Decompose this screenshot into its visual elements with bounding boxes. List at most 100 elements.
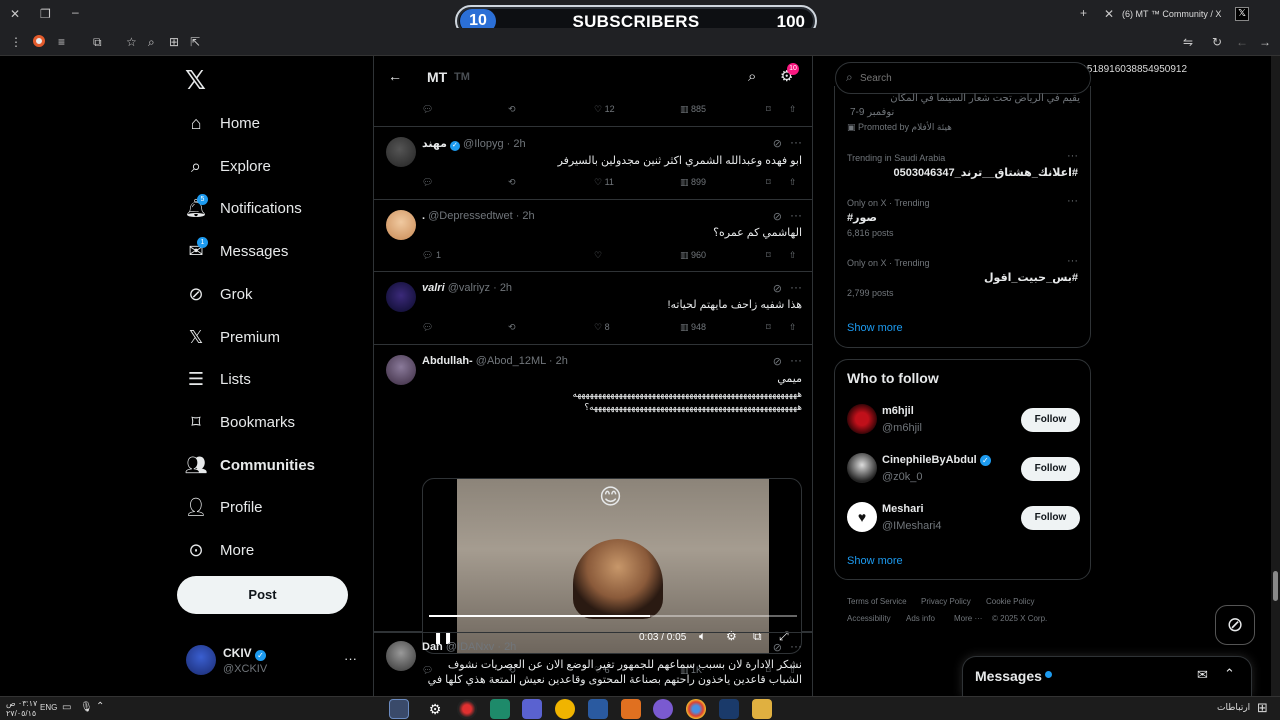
scrollbar-thumb[interactable] — [1273, 571, 1278, 601]
tweet-more-icon[interactable]: ··· — [790, 208, 802, 222]
retweet-icon[interactable]: ⟲ — [508, 177, 516, 188]
footer-accessibility[interactable]: Accessibility — [847, 614, 891, 623]
like-icon[interactable]: ♡ 8 — [594, 322, 610, 333]
forward-icon[interactable]: ← — [1236, 35, 1248, 49]
network-icon[interactable]: ▭ — [62, 702, 71, 713]
discord-taskbar-icon[interactable] — [653, 699, 673, 719]
tweet-author[interactable]: مهند ✓ @Ilopyg · 2h — [422, 137, 526, 151]
post-button[interactable]: Post — [177, 576, 348, 614]
expand-drawer-icon[interactable]: ⌃ — [1224, 666, 1235, 682]
retweet-icon[interactable]: ⟲ — [508, 104, 516, 115]
bookmark-icon[interactable]: ⌑ — [766, 322, 771, 333]
trend-item[interactable]: Trending in Saudi Arabia #اعلانك_هشتاق__… — [835, 148, 1090, 188]
extension-icon[interactable] — [33, 35, 45, 47]
translate-icon[interactable]: ⊞ — [169, 35, 179, 49]
microphone-icon[interactable]: 🎙︎ — [80, 702, 93, 713]
grok-icon[interactable]: ⊘ — [773, 282, 782, 295]
trend-more-icon[interactable]: ··· — [1067, 150, 1078, 162]
taskbar-lang[interactable]: ENG — [40, 703, 57, 712]
like-icon[interactable]: ♡ — [594, 250, 602, 261]
follow-avatar[interactable] — [847, 404, 877, 434]
sidebar-item-explore[interactable]: ⌕ Explore — [185, 149, 271, 183]
follow-button[interactable]: Follow — [1021, 457, 1080, 481]
tweet[interactable]: مهند ✓ @Ilopyg · 2h ⊘ ··· ابو فهده وعبدا… — [374, 127, 812, 200]
sidebar-item-more[interactable]: ⊙ More — [185, 533, 254, 567]
views-icon[interactable]: ▥ 899 — [680, 177, 706, 188]
search-icon[interactable]: ⌕ — [748, 68, 756, 85]
share-icon[interactable]: ⇧ — [789, 104, 797, 115]
tweet-more-icon[interactable]: ··· — [790, 353, 802, 367]
tray-chevron-icon[interactable]: ⌃ — [96, 701, 104, 712]
tweet-avatar[interactable] — [386, 355, 416, 385]
search-input[interactable] — [860, 70, 1080, 86]
tweet-more-icon[interactable]: ··· — [790, 135, 802, 149]
retweet-icon[interactable]: ⟲ — [508, 322, 516, 333]
account-more-icon[interactable]: ··· — [344, 651, 357, 666]
app-taskbar-icon[interactable] — [490, 699, 510, 719]
sidebar-item-notifications[interactable]: 🔔︎ 5 Notifications — [185, 191, 302, 225]
video-player[interactable]: 😊 ❚❚ 0:03 / 0:05 🔈︎ ⚙ ⧉ ⤢ — [422, 478, 802, 654]
bookmark-icon[interactable]: ⌑ — [766, 250, 771, 261]
sidebar-item-profile[interactable]: 👤︎ Profile — [185, 490, 263, 524]
footer-privacy[interactable]: Privacy Policy — [921, 597, 971, 606]
tweet-more-icon[interactable]: ··· — [790, 280, 802, 294]
views-icon[interactable]: ▥ 885 — [680, 104, 706, 115]
browser-tab[interactable]: ✕ (6) MT ™ Community / X — [1098, 3, 1252, 25]
x-logo-icon[interactable]: 𝕏 — [185, 65, 206, 96]
bookmark-icon[interactable]: ⌑ — [766, 104, 771, 115]
views-icon[interactable]: ▥ 948 — [680, 322, 706, 333]
steam-taskbar-icon[interactable] — [719, 699, 739, 719]
messages-drawer[interactable]: Messages ✉ ⌃ — [962, 656, 1252, 696]
close-window-icon[interactable]: ✕ — [10, 7, 20, 21]
start-icon[interactable]: ⊞ — [1257, 700, 1268, 716]
back-arrow-icon[interactable]: ← — [388, 68, 402, 84]
tweet-author[interactable]: valri @valriyz · 2h — [422, 282, 512, 294]
trend-item[interactable]: Only on X · Trending #بس_حبيت_اقول 2,799… — [835, 253, 1090, 305]
reply-icon[interactable]: 💬︎ 1 — [422, 250, 441, 261]
follow-show-more[interactable]: Show more — [847, 555, 903, 567]
trend-item[interactable]: Only on X · Trending #صور 6,816 posts ··… — [835, 193, 1090, 245]
views-icon[interactable]: ▥ 960 — [680, 250, 706, 261]
teams-taskbar-icon[interactable] — [522, 699, 542, 719]
tweet-avatar[interactable] — [386, 641, 416, 671]
tweet[interactable]: valri @valriyz · 2h ⊘ ··· هذا شفيه زاحف … — [374, 272, 812, 345]
trend-more-icon[interactable]: ··· — [1067, 195, 1078, 207]
follow-button[interactable]: Follow — [1021, 506, 1080, 530]
sidebar-item-messages[interactable]: ✉ 1 Messages — [185, 234, 288, 268]
sidebar-item-bookmarks[interactable]: ⌑ Bookmarks — [185, 405, 295, 439]
reply-icon[interactable]: 💬︎ — [422, 104, 433, 115]
share-icon[interactable]: ⇧ — [789, 322, 797, 333]
footer-terms[interactable]: Terms of Service — [847, 597, 907, 606]
chrome-taskbar-icon[interactable] — [389, 699, 409, 719]
scrollbar-track[interactable] — [1271, 56, 1280, 696]
tweet-avatar[interactable] — [386, 210, 416, 240]
chrome-taskbar-icon[interactable] — [686, 699, 706, 719]
extensions-icon[interactable]: ⧉ — [93, 35, 102, 49]
compose-message-icon[interactable]: ✉ — [1197, 667, 1208, 683]
taskbar-links-label[interactable]: ارتباطات — [1217, 702, 1250, 713]
footer-more[interactable]: More ··· — [954, 614, 982, 623]
grok-fab-icon[interactable]: ⊘ — [1215, 605, 1255, 645]
footer-cookie[interactable]: Cookie Policy — [986, 597, 1034, 606]
reply-icon[interactable]: 💬︎ — [422, 177, 433, 188]
reload-icon[interactable]: ↻ — [1212, 35, 1222, 49]
explorer-taskbar-icon[interactable] — [752, 699, 772, 719]
grok-icon[interactable]: ⊘ — [773, 641, 782, 654]
tab-close-icon[interactable]: ✕ — [1104, 7, 1114, 21]
share-icon[interactable]: ⇧ — [789, 250, 797, 261]
follow-name[interactable]: CinephileByAbdul ✓ — [882, 454, 991, 466]
star-icon[interactable]: ☆ — [126, 35, 137, 49]
tweet-partial[interactable]: 💬︎ ⟲ ♡ 12 ▥ 885 ⌑ ⇧ — [374, 98, 812, 127]
tweet[interactable]: Abdullah- @Abod_12ML · 2h ⊘ ··· ميمي ههه… — [374, 345, 812, 675]
follow-button[interactable]: Follow — [1021, 408, 1080, 432]
like-icon[interactable]: ♡ 12 — [594, 104, 615, 115]
app-taskbar-icon[interactable] — [555, 699, 575, 719]
site-settings-icon[interactable]: ⇋ — [1183, 35, 1193, 49]
footer-ads-info[interactable]: Ads info — [906, 614, 935, 623]
tweet-author[interactable]: Dan @IDANxv · 2h — [422, 641, 516, 653]
trends-show-more[interactable]: Show more — [847, 322, 903, 334]
follow-avatar[interactable]: ♥ — [847, 502, 877, 532]
back-icon[interactable]: → — [1259, 35, 1271, 49]
tweet[interactable]: . @Depressedtwet · 2h ⊘ ··· الهاشمي كم ع… — [374, 200, 812, 272]
media-icon[interactable]: ≡ — [58, 35, 65, 49]
